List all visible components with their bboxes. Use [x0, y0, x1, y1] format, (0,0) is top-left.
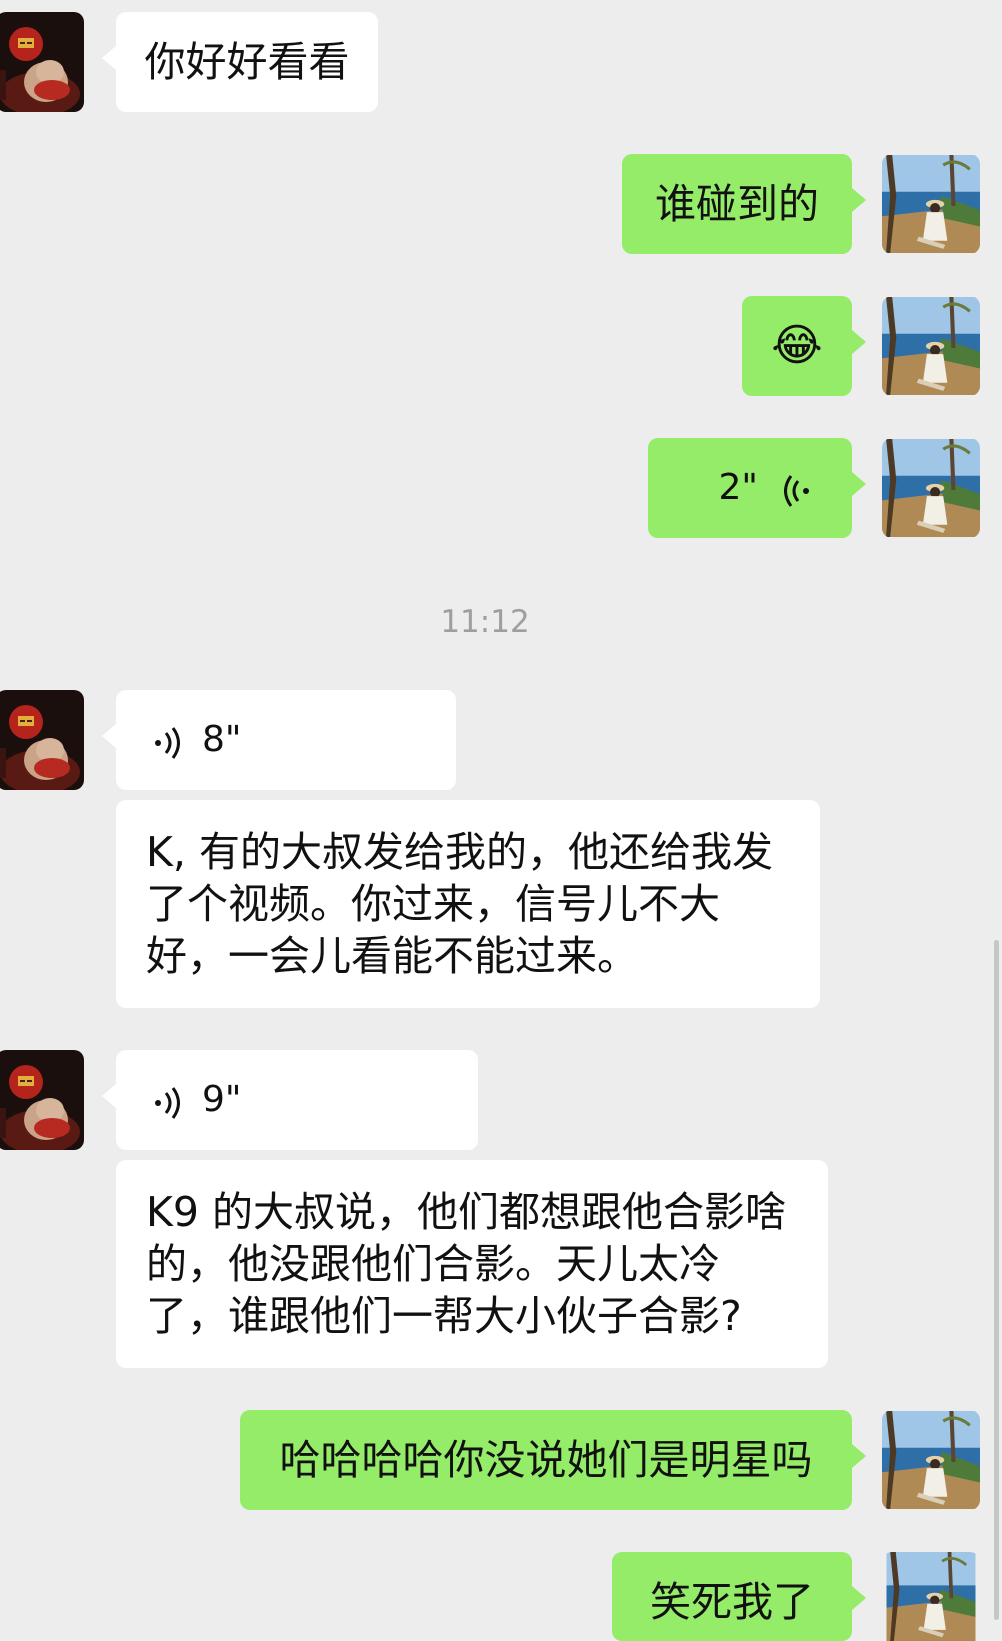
- my-avatar[interactable]: [882, 1410, 980, 1510]
- message-line: 的，他没跟他们合影。天儿太冷: [146, 1240, 720, 1288]
- tears-of-joy-emoji-icon: 😂: [771, 320, 823, 371]
- my-avatar-image: [882, 1410, 980, 1510]
- contact-avatar[interactable]: [0, 1050, 84, 1150]
- my-avatar-image: [882, 296, 980, 396]
- outgoing-emoji-message[interactable]: 😂: [742, 296, 866, 396]
- my-avatar[interactable]: [882, 438, 980, 538]
- voice-wave-icon: [784, 471, 814, 507]
- message-text: 哈哈哈哈你没说她们是明星吗: [279, 1436, 813, 1484]
- contact-avatar-image: [0, 12, 84, 112]
- incoming-voice-message[interactable]: 8": [102, 690, 456, 790]
- incoming-voice-message[interactable]: 9": [102, 1050, 478, 1150]
- contact-avatar-image: [0, 1050, 84, 1150]
- my-avatar-image: [882, 1552, 980, 1641]
- contact-avatar-image: [0, 690, 84, 790]
- voice-duration: 9": [202, 1079, 242, 1120]
- my-avatar-image: [882, 438, 980, 538]
- outgoing-text-message[interactable]: 哈哈哈哈你没说她们是明星吗: [240, 1410, 866, 1510]
- message-line: 了个视频。你过来，信号儿不大: [146, 880, 720, 928]
- incoming-text-message[interactable]: K9 的大叔说，他们都想跟他合影啥 的，他没跟他们合影。天儿太冷 了，谁跟他们一…: [116, 1160, 828, 1368]
- message-text: 笑死我了: [650, 1578, 814, 1626]
- voice-duration: 2": [718, 467, 758, 508]
- message-line: 好，一会儿看能不能过来。: [146, 932, 638, 980]
- contact-avatar[interactable]: [0, 690, 84, 790]
- outgoing-voice-message[interactable]: 2": [648, 438, 866, 538]
- outgoing-text-message[interactable]: 谁碰到的: [622, 154, 866, 254]
- scrollbar[interactable]: [994, 940, 999, 1620]
- voice-duration: 8": [202, 719, 242, 760]
- message-line: K, 有的大叔发给我的，他还给我发: [146, 828, 773, 876]
- message-line: 了，谁跟他们一帮大小伙子合影?: [146, 1292, 742, 1340]
- incoming-text-message[interactable]: 你好好看看: [102, 12, 378, 112]
- my-avatar[interactable]: [882, 296, 980, 396]
- contact-avatar[interactable]: [0, 12, 84, 112]
- message-text: 谁碰到的: [655, 180, 819, 228]
- incoming-text-message[interactable]: K, 有的大叔发给我的，他还给我发 了个视频。你过来，信号儿不大 好，一会儿看能…: [116, 800, 820, 1008]
- voice-wave-icon: [150, 1083, 180, 1119]
- outgoing-text-message[interactable]: 笑死我了: [612, 1552, 866, 1641]
- voice-wave-icon: [150, 723, 180, 759]
- message-line: K9 的大叔说，他们都想跟他合影啥: [146, 1188, 787, 1236]
- my-avatar[interactable]: [882, 1552, 980, 1641]
- message-text: 你好好看看: [144, 38, 350, 86]
- time-divider: 11:12: [440, 604, 530, 640]
- my-avatar-image: [882, 154, 980, 254]
- my-avatar[interactable]: [882, 154, 980, 254]
